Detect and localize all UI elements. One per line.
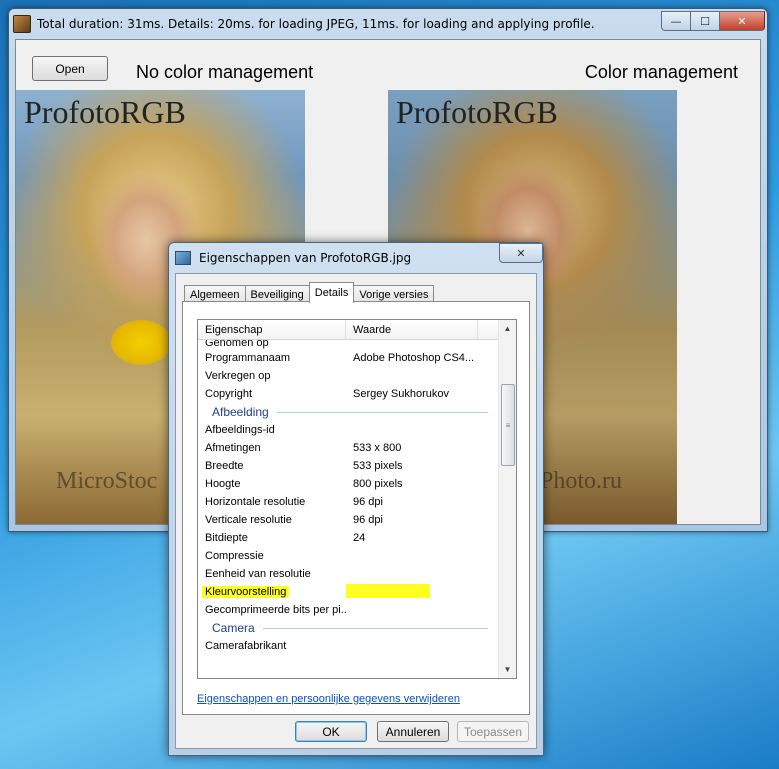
dialog-client-area: Algemeen Beveiliging Details Vorige vers…: [175, 273, 537, 749]
property-value-cell: [346, 583, 486, 601]
apply-button[interactable]: Toepassen: [457, 721, 529, 742]
list-item[interactable]: Camerafabrikant: [198, 637, 498, 655]
list-header: Eigenschap Waarde: [198, 320, 498, 340]
column-header-filler: [478, 320, 498, 339]
property-key: Kleurvoorstelling: [202, 586, 290, 598]
list-item[interactable]: Programmanaam Adobe Photoshop CS4...: [198, 349, 498, 367]
scroll-thumb[interactable]: ≡: [501, 384, 515, 466]
list-item[interactable]: Copyright Sergey Sukhorukov: [198, 385, 498, 403]
vertical-scrollbar[interactable]: ▲ ≡ ▼: [498, 320, 516, 678]
property-value: 24: [353, 532, 366, 544]
list-item[interactable]: Genomen op: [198, 340, 498, 349]
property-key: Compressie: [205, 550, 264, 562]
dialog-title: Eigenschappen van ProfotoRGB.jpg: [199, 251, 412, 265]
property-key: Genomen op: [205, 340, 269, 349]
property-key: Programmanaam: [205, 352, 290, 364]
sunflower-decoration: [111, 320, 171, 365]
column-header-value[interactable]: Waarde: [346, 320, 478, 339]
color-management-label: Color management: [584, 62, 738, 82]
list-item[interactable]: Verkregen op: [198, 367, 498, 385]
property-key: Breedte: [205, 460, 244, 472]
property-key: Eenheid van resolutie: [205, 568, 311, 580]
property-value: Adobe Photoshop CS4...: [353, 352, 475, 364]
property-key: Hoogte: [205, 478, 241, 490]
list-item[interactable]: Horizontale resolutie 96 dpi: [198, 493, 498, 511]
main-window-title: Total duration: 31ms. Details: 20ms. for…: [37, 17, 595, 31]
scroll-up-icon[interactable]: ▲: [499, 320, 516, 337]
property-key: Copyright: [205, 388, 253, 400]
property-key: Gecomprimeerde bits per pi...: [205, 604, 346, 616]
group-divider: [276, 411, 488, 413]
list-item[interactable]: Verticale resolutie 96 dpi: [198, 511, 498, 529]
file-icon: [175, 251, 191, 265]
tab-strip: Algemeen Beveiliging Details Vorige vers…: [184, 282, 435, 303]
image-title-text: ProfotoRGB: [24, 94, 186, 130]
property-key: Verticale resolutie: [205, 514, 292, 526]
list-rows: Genomen op Programmanaam Adobe Photoshop…: [198, 340, 498, 655]
list-item[interactable]: Breedte 533 pixels: [198, 457, 498, 475]
cancel-button[interactable]: Annuleren: [377, 721, 449, 742]
scroll-down-icon[interactable]: ▼: [499, 661, 516, 678]
app-icon: [13, 15, 31, 33]
list-item[interactable]: Gecomprimeerde bits per pi...: [198, 601, 498, 619]
list-item[interactable]: Eenheid van resolutie: [198, 565, 498, 583]
property-value: 533 pixels: [353, 460, 403, 472]
group-divider: [262, 627, 488, 629]
minimize-icon[interactable]: —: [661, 11, 690, 31]
details-panel: Eigenschap Waarde Genomen op Programmana…: [182, 301, 530, 715]
properties-dialog: Eigenschappen van ProfotoRGB.jpg ✕ Algem…: [168, 242, 544, 756]
property-value: 533 x 800: [353, 442, 402, 454]
dialog-close-icon[interactable]: ✕: [499, 243, 543, 263]
close-icon[interactable]: ✕: [719, 11, 765, 31]
property-key-cell: Kleurvoorstelling: [198, 586, 346, 598]
tab-details[interactable]: Details: [308, 282, 355, 303]
ok-button[interactable]: OK: [295, 721, 367, 742]
open-button[interactable]: Open: [32, 56, 108, 81]
list-item-highlighted[interactable]: Kleurvoorstelling: [198, 583, 498, 601]
group-header-camera[interactable]: Camera: [198, 619, 498, 637]
property-value: 800 pixels: [353, 478, 403, 490]
group-label: Camera: [212, 621, 255, 635]
property-key: Afmetingen: [205, 442, 261, 454]
property-key: Verkregen op: [205, 370, 271, 382]
properties-list[interactable]: Eigenschap Waarde Genomen op Programmana…: [197, 319, 517, 679]
property-value: 96 dpi: [353, 496, 383, 508]
caption-buttons: — ☐ ✕: [661, 11, 765, 31]
no-color-management-label: No color management: [136, 62, 314, 82]
property-value: 96 dpi: [353, 514, 383, 526]
maximize-icon[interactable]: ☐: [690, 11, 719, 31]
remove-properties-link[interactable]: Eigenschappen en persoonlijke gegevens v…: [197, 693, 460, 705]
list-item[interactable]: Afbeeldings-id: [198, 421, 498, 439]
image-watermark: MicroStoc: [56, 468, 158, 494]
property-key: Camerafabrikant: [205, 640, 287, 652]
list-item[interactable]: Bitdiepte 24: [198, 529, 498, 547]
list-item[interactable]: Hoogte 800 pixels: [198, 475, 498, 493]
dialog-title-bar[interactable]: Eigenschappen van ProfotoRGB.jpg: [175, 247, 537, 269]
property-key: Horizontale resolutie: [205, 496, 306, 508]
group-label: Afbeelding: [212, 405, 269, 419]
property-value: Sergey Sukhorukov: [353, 388, 449, 400]
property-key: Bitdiepte: [205, 532, 248, 544]
highlight-marker: [346, 583, 430, 598]
list-item[interactable]: Compressie: [198, 547, 498, 565]
list-item[interactable]: Afmetingen 533 x 800: [198, 439, 498, 457]
group-header-afbeelding[interactable]: Afbeelding: [198, 403, 498, 421]
image-title-text: ProfotoRGB: [396, 94, 558, 130]
main-title-bar[interactable]: Total duration: 31ms. Details: 20ms. for…: [13, 11, 763, 37]
property-key: Afbeeldings-id: [205, 424, 275, 436]
column-header-property[interactable]: Eigenschap: [198, 320, 346, 339]
